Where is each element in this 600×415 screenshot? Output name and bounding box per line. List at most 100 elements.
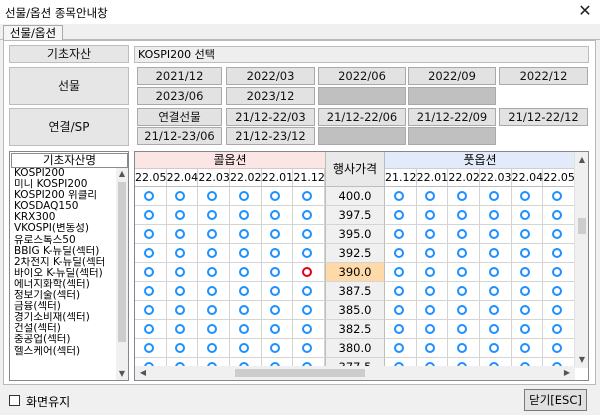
call-option-cell[interactable] [166,320,199,339]
futures-month-button[interactable]: 2022/12 [499,67,588,85]
put-option-cell[interactable] [543,301,575,320]
call-option-cell[interactable] [135,244,167,263]
put-option-cell[interactable] [385,301,417,320]
put-option-cell[interactable] [448,225,480,244]
put-option-cell[interactable] [511,244,544,263]
close-icon[interactable]: ✕ [570,0,600,24]
asset-list-item[interactable]: KOSPI200 [11,168,115,179]
asset-list-item[interactable]: 금융(섹터) [11,301,115,312]
put-option-cell[interactable] [511,206,544,225]
put-option-cell[interactable] [543,206,575,225]
futures-month-button[interactable]: 2022/09 [408,67,496,85]
call-option-cell[interactable] [135,320,167,339]
call-option-cell[interactable] [198,244,230,263]
call-option-cell[interactable] [230,187,262,206]
asset-list-item[interactable]: 경기소비재(섹터) [11,312,115,323]
put-option-cell[interactable] [480,339,512,358]
put-option-cell[interactable] [480,263,512,282]
asset-list-item[interactable]: 중공업(섹터) [11,334,115,345]
call-option-cell[interactable] [166,206,199,225]
asset-list-item[interactable]: KOSPI200 위클리 [11,190,115,201]
call-option-cell[interactable] [293,187,325,206]
futures-month-button[interactable]: 2023/06 [137,87,222,105]
call-option-cell[interactable] [166,187,199,206]
call-option-cell[interactable] [166,244,199,263]
spread-button[interactable]: 21/12-22/09 [408,108,496,126]
futures-month-button[interactable]: 2022/06 [318,67,406,85]
call-option-cell[interactable] [198,225,230,244]
put-option-cell[interactable] [385,244,417,263]
call-option-cell[interactable] [261,263,294,282]
asset-list-item[interactable]: 건설(섹터) [11,323,115,334]
scroll-down-icon[interactable]: ▼ [576,354,588,366]
futures-month-button[interactable]: 2022/03 [226,67,315,85]
put-option-cell[interactable] [416,187,449,206]
futures-month-button[interactable]: 2021/12 [137,67,222,85]
call-option-cell[interactable] [198,282,230,301]
put-option-cell[interactable] [416,301,449,320]
put-option-cell[interactable] [480,244,512,263]
put-option-cell[interactable] [448,320,480,339]
call-option-cell[interactable] [230,263,262,282]
put-option-cell[interactable] [511,225,544,244]
call-option-cell[interactable] [230,244,262,263]
put-option-cell[interactable] [385,339,417,358]
put-option-cell[interactable] [385,282,417,301]
put-option-cell[interactable] [511,339,544,358]
call-option-cell[interactable] [135,339,167,358]
put-option-cell[interactable] [448,244,480,263]
put-option-cell[interactable] [448,282,480,301]
put-option-cell[interactable] [416,282,449,301]
scroll-down-icon[interactable]: ▼ [116,368,128,380]
call-option-cell[interactable] [293,339,325,358]
call-option-cell[interactable] [135,206,167,225]
call-option-cell[interactable] [261,244,294,263]
call-option-cell[interactable] [166,339,199,358]
put-option-cell[interactable] [511,187,544,206]
call-option-cell[interactable] [230,282,262,301]
tab-futures-options[interactable]: 선물/옵션 [3,25,63,41]
put-option-cell[interactable] [480,282,512,301]
put-option-cell[interactable] [543,263,575,282]
put-option-cell[interactable] [416,244,449,263]
put-option-cell[interactable] [543,339,575,358]
call-option-cell[interactable] [293,301,325,320]
call-option-cell[interactable] [198,320,230,339]
call-option-cell[interactable] [198,263,230,282]
put-option-cell[interactable] [416,263,449,282]
call-option-cell[interactable] [293,244,325,263]
scroll-up-icon[interactable]: ▲ [576,154,588,166]
put-option-cell[interactable] [480,301,512,320]
asset-list-scrollbar[interactable]: ▲ ▼ [116,168,128,380]
asset-listbox[interactable]: 기초자산명 KOSPI200 미니 KOSPI200 KOSPI200 위클리 KOS… [9,151,129,381]
call-option-cell[interactable] [166,282,199,301]
put-option-cell[interactable] [416,206,449,225]
call-option-cell[interactable] [261,320,294,339]
put-option-cell[interactable] [448,339,480,358]
call-option-cell[interactable] [293,282,325,301]
call-option-cell[interactable] [198,339,230,358]
put-option-cell[interactable] [480,225,512,244]
call-option-cell[interactable] [261,225,294,244]
spread-button[interactable]: 21/12-23/06 [137,127,222,145]
put-option-cell[interactable] [543,320,575,339]
put-option-cell[interactable] [448,206,480,225]
call-option-cell[interactable] [261,206,294,225]
asset-list-item[interactable]: KOSDAQ150 [11,201,115,212]
grid-horizontal-scrollbar[interactable]: ◀ ▶ [135,366,575,380]
call-option-cell[interactable] [166,225,199,244]
put-option-cell[interactable] [511,320,544,339]
put-option-cell[interactable] [448,263,480,282]
call-option-cell[interactable] [135,301,167,320]
call-option-cell[interactable] [261,282,294,301]
put-option-cell[interactable] [385,225,417,244]
asset-list-item[interactable]: 미니 KOSPI200 [11,179,115,190]
call-option-cell[interactable] [135,263,167,282]
put-option-cell[interactable] [511,282,544,301]
spread-button[interactable]: 연결선물 [137,108,222,126]
call-option-cell[interactable] [293,320,325,339]
put-option-cell[interactable] [385,206,417,225]
put-option-cell[interactable] [416,225,449,244]
call-option-cell[interactable] [293,225,325,244]
asset-list-item[interactable]: 바이오 K-뉴딜(섹터) [11,268,115,279]
